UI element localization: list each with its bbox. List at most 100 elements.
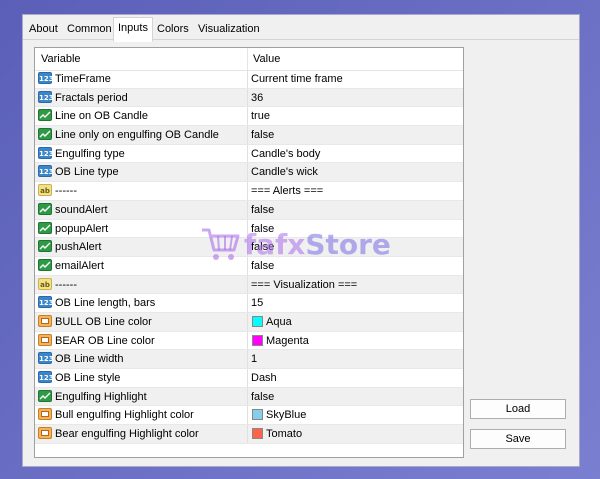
- cell-divider: [247, 88, 248, 107]
- variable-name: Line on OB Candle: [55, 110, 148, 123]
- properties-dialog: About Common Inputs Colors Visualization…: [22, 14, 580, 467]
- variable-name: Bear engulfing Highlight color: [55, 428, 199, 441]
- variable-name: OB Line width: [55, 353, 124, 366]
- tab-colors[interactable]: Colors: [153, 19, 193, 39]
- variable-value[interactable]: === Alerts ===: [251, 185, 323, 197]
- variable-name: OB Line length, bars: [55, 297, 156, 310]
- variable-value[interactable]: true: [251, 110, 270, 122]
- table-row[interactable]: BEAR OB Line color Magenta: [35, 331, 463, 351]
- variable-value[interactable]: Candle's wick: [251, 166, 318, 178]
- table-row[interactable]: 123 TimeFrame Current time frame: [35, 70, 463, 89]
- variable-name: ------: [55, 185, 77, 198]
- variable-name: BEAR OB Line color: [55, 334, 155, 347]
- cell-divider: [247, 219, 248, 238]
- cell-divider: [247, 294, 248, 312]
- boolean-type-icon: [38, 109, 52, 122]
- boolean-type-icon: [38, 221, 52, 234]
- color-swatch[interactable]: [252, 315, 263, 327]
- variable-name: Fractals period: [55, 91, 128, 104]
- variable-value[interactable]: false: [251, 129, 274, 141]
- boolean-type-icon: [38, 258, 52, 271]
- column-divider[interactable]: [247, 48, 248, 70]
- tab-bar: About Common Inputs Colors Visualization: [23, 17, 579, 42]
- tab-about[interactable]: About: [25, 19, 62, 39]
- inputs-table: Variable Value 123 TimeFrame Current time …: [34, 47, 464, 458]
- variable-value[interactable]: SkyBlue: [266, 409, 306, 421]
- table-row[interactable]: Line on OB Candle true: [35, 107, 463, 127]
- table-row[interactable]: 123 OB Line style Dash: [35, 369, 463, 388]
- cell-divider: [247, 406, 248, 425]
- variable-value[interactable]: === Visualization ===: [251, 279, 357, 291]
- variable-value[interactable]: false: [251, 204, 274, 216]
- table-row[interactable]: BULL OB Line color Aqua: [35, 312, 463, 332]
- cell-divider: [247, 256, 248, 275]
- variable-value[interactable]: false: [251, 260, 274, 272]
- color-type-icon: [38, 408, 52, 421]
- cell-divider: [247, 126, 248, 144]
- variable-name: Bull engulfing Highlight color: [55, 409, 194, 422]
- variable-value[interactable]: Dash: [251, 372, 277, 384]
- table-row[interactable]: Engulfing Highlight false: [35, 387, 463, 407]
- table-row[interactable]: 123 OB Line width 1: [35, 350, 463, 369]
- integer-type-icon: 123: [38, 296, 54, 309]
- save-button[interactable]: Save: [470, 429, 566, 449]
- integer-type-icon: 123: [38, 352, 54, 365]
- table-row[interactable]: emailAlert false: [35, 256, 463, 276]
- variable-value[interactable]: false: [251, 391, 274, 403]
- variable-name: OB Line type: [55, 166, 119, 179]
- table-row[interactable]: Bear engulfing Highlight color Tomato: [35, 425, 463, 444]
- cell-divider: [247, 275, 248, 294]
- color-type-icon: [38, 333, 52, 346]
- color-swatch[interactable]: [252, 334, 263, 346]
- variable-value[interactable]: 15: [251, 297, 263, 309]
- variable-name: popupAlert: [55, 222, 109, 235]
- variable-value[interactable]: 36: [251, 92, 263, 104]
- cell-divider: [247, 387, 248, 406]
- variable-value[interactable]: Tomato: [266, 428, 302, 440]
- variable-value[interactable]: false: [251, 241, 274, 253]
- variable-value[interactable]: 1: [251, 353, 257, 365]
- table-header: Variable Value: [35, 48, 463, 71]
- table-row[interactable]: 123 Fractals period 36: [35, 88, 463, 108]
- cell-divider: [247, 182, 248, 200]
- tab-common[interactable]: Common: [63, 19, 116, 39]
- table-row[interactable]: pushAlert false: [35, 238, 463, 257]
- tab-visualization[interactable]: Visualization: [194, 19, 264, 39]
- table-body: 123 TimeFrame Current time frame 123 Fractal…: [35, 70, 463, 444]
- variable-value[interactable]: Aqua: [266, 316, 292, 328]
- variable-value[interactable]: false: [251, 223, 274, 235]
- variable-name: soundAlert: [55, 203, 108, 216]
- variable-name: OB Line style: [55, 372, 121, 384]
- table-row[interactable]: 123 Engulfing type Candle's body: [35, 144, 463, 164]
- cell-divider: [247, 312, 248, 331]
- column-header-variable[interactable]: Variable: [41, 53, 81, 65]
- variable-value[interactable]: Current time frame: [251, 73, 343, 85]
- variable-name: Line only on engulfing OB Candle: [55, 129, 219, 142]
- cell-divider: [247, 200, 248, 219]
- color-type-icon: [38, 427, 52, 440]
- table-row[interactable]: 123 OB Line length, bars 15: [35, 294, 463, 313]
- color-swatch[interactable]: [252, 428, 263, 440]
- variable-value[interactable]: Candle's body: [251, 148, 320, 160]
- table-row[interactable]: soundAlert false: [35, 200, 463, 220]
- table-row[interactable]: Bull engulfing Highlight color SkyBlue: [35, 406, 463, 426]
- string-type-icon: ab: [38, 277, 52, 290]
- boolean-type-icon: [38, 240, 52, 253]
- table-row[interactable]: Line only on engulfing OB Candle false: [35, 126, 463, 145]
- cell-divider: [247, 70, 248, 88]
- cell-divider: [247, 369, 248, 387]
- variable-name: TimeFrame: [55, 73, 111, 85]
- load-button[interactable]: Load: [470, 399, 566, 419]
- tab-inputs[interactable]: Inputs: [113, 17, 153, 42]
- cell-divider: [247, 163, 248, 182]
- table-row[interactable]: ab ------ === Alerts ===: [35, 182, 463, 201]
- variable-value[interactable]: Magenta: [266, 335, 309, 347]
- color-swatch[interactable]: [252, 409, 263, 421]
- integer-type-icon: 123: [38, 371, 54, 383]
- cell-divider: [247, 331, 248, 350]
- table-row[interactable]: ab ------ === Visualization ===: [35, 275, 463, 295]
- color-type-icon: [38, 314, 52, 327]
- table-row[interactable]: popupAlert false: [35, 219, 463, 239]
- column-header-value[interactable]: Value: [253, 53, 280, 65]
- table-row[interactable]: 123 OB Line type Candle's wick: [35, 163, 463, 183]
